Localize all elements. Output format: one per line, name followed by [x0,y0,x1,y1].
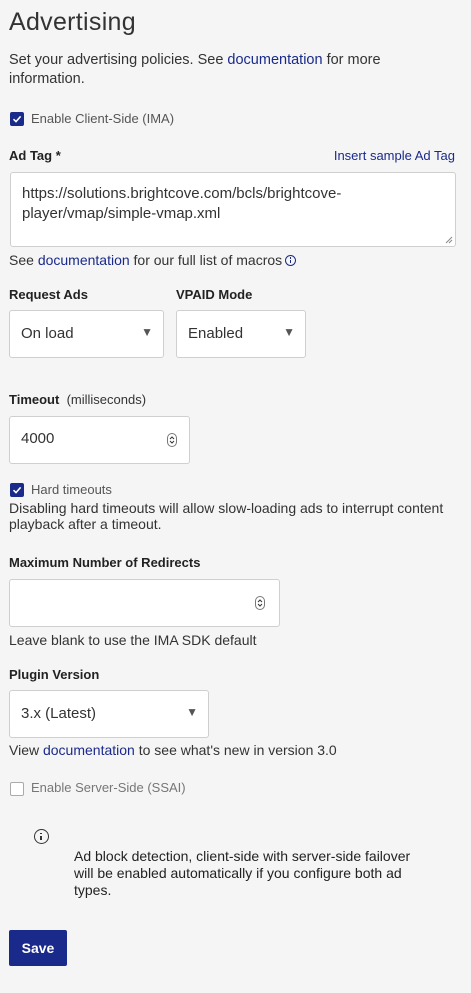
vpaid-mode-value: Enabled [188,325,244,342]
vpaid-mode-select[interactable]: Enabled ▼ [176,310,306,358]
spinner-icon[interactable] [167,433,177,447]
hard-timeouts-checkbox[interactable] [10,483,24,497]
request-ads-label: Request Ads [9,287,88,302]
timeout-value: 4000 [21,430,55,447]
intro-documentation-link[interactable]: documentation [227,52,322,68]
check-icon [12,115,22,123]
plugin-version-help-text: View [9,742,43,758]
dropdown-arrow-icon: ▼ [141,325,153,339]
info-icon [34,829,49,844]
timeout-label-text: Timeout [9,392,60,407]
timeout-unit: (milliseconds) [66,392,147,407]
server-side-label: Enable Server-Side (SSAI) [31,780,186,795]
ad-tag-help: See documentation for our full list of m… [9,251,297,270]
ad-tag-help-text-after: for our full list of macros [129,252,283,268]
check-icon [12,486,22,494]
dropdown-arrow-icon: ▼ [283,325,295,339]
timeout-input[interactable]: 4000 [9,416,190,464]
info-icon[interactable] [285,254,297,266]
plugin-version-help: View documentation to see what's new in … [9,741,337,760]
request-ads-select[interactable]: On load ▼ [9,310,164,358]
ad-tag-help-text: See [9,252,38,268]
hard-timeouts-label: Hard timeouts [31,482,112,497]
max-redirects-label: Maximum Number of Redirects [9,555,201,570]
ad-tag-value: https://solutions.brightcove.com/bcls/br… [22,185,342,222]
notice-text: Ad block detection, client-side with ser… [74,848,411,898]
server-side-checkbox[interactable] [10,782,24,796]
max-redirects-help: Leave blank to use the IMA SDK default [9,632,257,648]
ad-tag-textarea[interactable]: https://solutions.brightcove.com/bcls/br… [10,172,456,247]
insert-sample-ad-tag-link[interactable]: Insert sample Ad Tag [334,148,455,163]
ad-tag-label: Ad Tag * [9,148,61,163]
request-ads-value: On load [21,325,74,342]
spinner-icon[interactable] [255,596,265,610]
plugin-documentation-link[interactable]: documentation [43,742,135,758]
intro-text: Set your advertising policies. See [9,52,228,68]
hard-timeouts-description: Disabling hard timeouts will allow slow-… [9,500,444,532]
plugin-version-help-text-after: to see what's new in version 3.0 [134,742,337,758]
dropdown-arrow-icon: ▼ [186,705,198,719]
page-intro: Set your advertising policies. See docum… [9,51,449,89]
plugin-version-label: Plugin Version [9,667,100,682]
page-title: Advertising [9,8,136,36]
client-side-checkbox[interactable] [10,112,24,126]
client-side-label: Enable Client-Side (IMA) [31,111,175,126]
plugin-version-select[interactable]: 3.x (Latest) ▼ [9,690,209,738]
plugin-version-value: 3.x (Latest) [21,705,97,722]
macros-documentation-link[interactable]: documentation [38,252,130,268]
resize-handle-icon[interactable] [445,236,453,244]
max-redirects-input[interactable] [9,579,280,627]
timeout-label: Timeout (milliseconds) [9,392,146,407]
save-button[interactable]: Save [9,930,67,966]
vpaid-mode-label: VPAID Mode [176,287,253,302]
